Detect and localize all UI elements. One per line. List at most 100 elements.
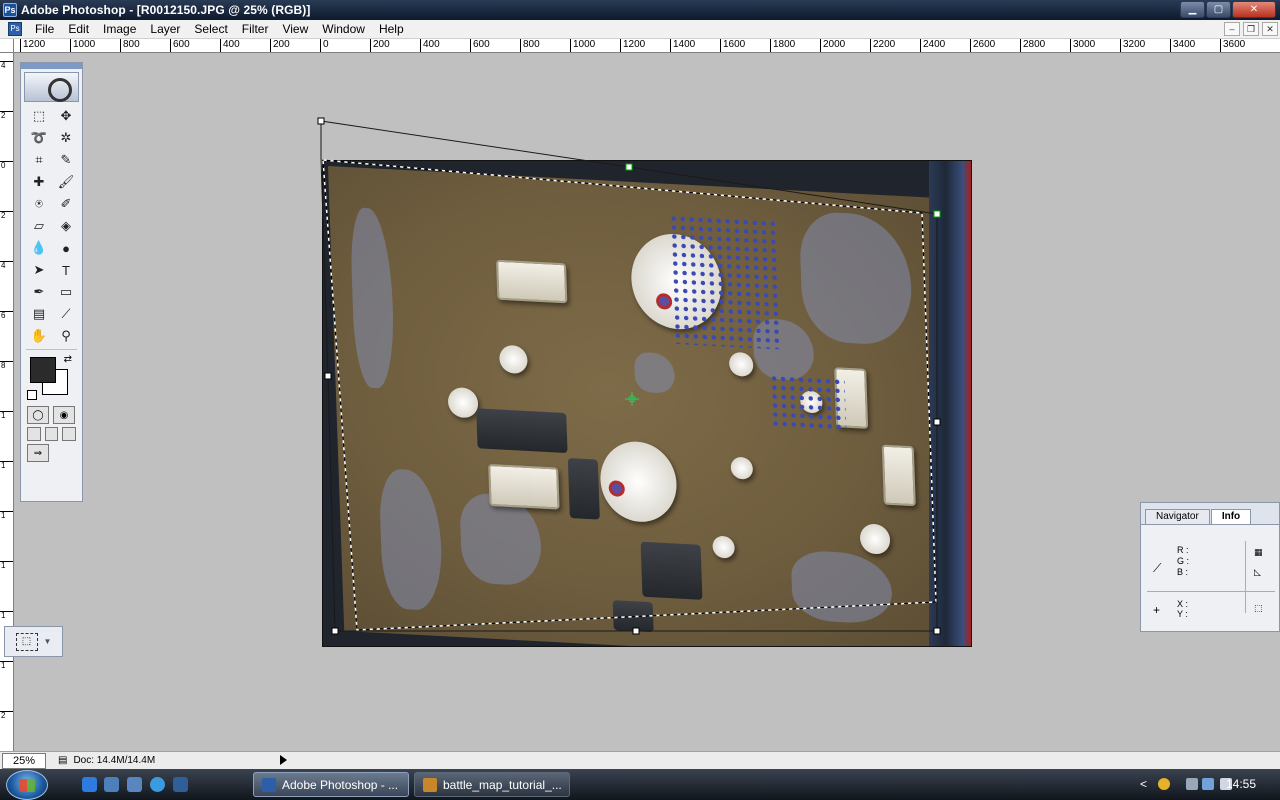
- healing-brush-tool-icon[interactable]: ✚: [27, 172, 51, 192]
- ruler-tick-label: 1: [0, 461, 13, 470]
- search-icon[interactable]: [150, 777, 165, 792]
- show-desktop-icon[interactable]: [104, 777, 119, 792]
- photoshop-app-icon[interactable]: Ps: [3, 3, 17, 17]
- menu-window[interactable]: Window: [315, 22, 372, 36]
- foreground-color-swatch[interactable]: [30, 357, 56, 383]
- jump-to-imageready-icon[interactable]: ⇒: [27, 444, 49, 462]
- ruler-origin[interactable]: [0, 39, 14, 53]
- taskbar-item-battle-map[interactable]: battle_map_tutorial_...: [414, 772, 570, 797]
- terrain-building: [488, 463, 560, 510]
- document-size-info: Doc: 14.4M/14.4M: [73, 755, 156, 766]
- crosshair-icon[interactable]: +: [1153, 603, 1160, 617]
- ruler-tick-label: 400: [420, 39, 440, 52]
- battle-map-photo: [328, 166, 955, 646]
- ruler-tick-label: 2000: [820, 39, 845, 52]
- dodge-tool-icon[interactable]: ●: [54, 238, 78, 258]
- hand-tool-icon[interactable]: ✋: [27, 326, 51, 346]
- tray-expand-icon[interactable]: <: [1140, 778, 1152, 790]
- blur-tool-icon[interactable]: 💧: [27, 238, 51, 258]
- menu-select[interactable]: Select: [187, 22, 234, 36]
- info-y-label: Y :: [1177, 609, 1188, 619]
- info-divider: [1245, 541, 1246, 613]
- standard-mode-icon[interactable]: ◯: [27, 406, 49, 424]
- security-tray-icon[interactable]: [1158, 778, 1170, 790]
- move-tool-icon[interactable]: ✥: [54, 106, 78, 126]
- zoom-level-field[interactable]: 25%: [2, 752, 46, 769]
- ruler-tick-label: 1: [0, 511, 13, 520]
- menu-view[interactable]: View: [275, 22, 315, 36]
- shape-tool-icon[interactable]: ▭: [54, 282, 78, 302]
- history-brush-tool-icon[interactable]: ✐: [54, 194, 78, 214]
- default-colors-icon[interactable]: [27, 390, 37, 400]
- ruler-tick-label: 2600: [970, 39, 995, 52]
- menu-edit[interactable]: Edit: [61, 22, 96, 36]
- document-canvas[interactable]: [322, 160, 972, 647]
- info-b-label: B :: [1177, 567, 1189, 577]
- quick-mask-mode-icon[interactable]: ◉: [53, 406, 75, 424]
- device-tray-icon[interactable]: [1186, 778, 1198, 790]
- ruler-tick-label: 1400: [670, 39, 695, 52]
- tool-grid: ⬚ ✥ ➰ ✲ ⌗ ✎ ✚ 🖌 ⍟ ✐ ▱ ◈ 💧 ● ➤ T ✒ ▭ ▤ ⟋ ✋ ⚲: [21, 106, 82, 346]
- maximize-button[interactable]: ▢: [1206, 1, 1231, 18]
- menu-help[interactable]: Help: [372, 22, 411, 36]
- eraser-tool-icon[interactable]: ▱: [27, 216, 51, 236]
- clone-stamp-tool-icon[interactable]: ⍟: [27, 194, 51, 214]
- ruler-tick-label: 600: [470, 39, 490, 52]
- lasso-tool-icon[interactable]: ➰: [27, 128, 51, 148]
- tab-info[interactable]: Info: [1210, 509, 1252, 524]
- selection-size-icon[interactable]: ⬚: [1254, 603, 1263, 614]
- doc-minimize-button[interactable]: –: [1224, 22, 1240, 36]
- menu-image[interactable]: Image: [96, 22, 143, 36]
- pod-terrain: [730, 456, 754, 480]
- tool-preset-picker[interactable]: ⬚ ▼: [4, 626, 63, 657]
- taskbar-clock[interactable]: 14:55: [1226, 777, 1256, 791]
- magic-wand-tool-icon[interactable]: ✲: [54, 128, 78, 148]
- doc-close-button[interactable]: ✕: [1262, 22, 1278, 36]
- notes-tool-icon[interactable]: ▤: [27, 304, 51, 324]
- status-menu-arrow-icon[interactable]: [280, 755, 287, 765]
- pod-terrain: [712, 535, 735, 559]
- color-swatches: ⇄: [27, 354, 76, 402]
- marquee-tool-icon[interactable]: ⬚: [27, 106, 51, 126]
- channel-icon[interactable]: ▦: [1254, 547, 1263, 558]
- brush-tool-icon[interactable]: 🖌: [54, 172, 78, 192]
- doc-restore-button[interactable]: ❐: [1243, 22, 1259, 36]
- horizontal-ruler[interactable]: 1200 1000 800 600 400 200 0 200 400 600 800 1000 120…: [14, 39, 1280, 53]
- eyedropper-icon[interactable]: ⟋: [1153, 561, 1161, 576]
- status-bar: 25% ▤ Doc: 14.4M/14.4M: [0, 751, 1280, 769]
- toolbox-title-bar[interactable]: [21, 63, 82, 69]
- eyedropper-tool-icon[interactable]: ⟋: [54, 304, 78, 324]
- ruler-tick-label: 2: [0, 711, 13, 720]
- triangle-icon[interactable]: ◺: [1254, 567, 1261, 578]
- menu-file[interactable]: File: [28, 22, 61, 36]
- type-tool-icon[interactable]: T: [54, 260, 78, 280]
- minimize-button[interactable]: ▁: [1180, 1, 1205, 18]
- menu-layer[interactable]: Layer: [143, 22, 187, 36]
- zoom-tool-icon[interactable]: ⚲: [54, 326, 78, 346]
- tab-navigator[interactable]: Navigator: [1145, 509, 1210, 524]
- ruler-tick-label: 2400: [920, 39, 945, 52]
- internet-explorer-icon[interactable]: [82, 777, 97, 792]
- taskbar-item-photoshop[interactable]: Adobe Photoshop - ...: [253, 772, 409, 797]
- switch-windows-icon[interactable]: [127, 777, 142, 792]
- menu-filter[interactable]: Filter: [235, 22, 276, 36]
- pen-tool-icon[interactable]: ✒: [27, 282, 51, 302]
- paint-bucket-tool-icon[interactable]: ◈: [54, 216, 78, 236]
- close-button[interactable]: ✕: [1232, 1, 1276, 18]
- transform-handle[interactable]: [317, 117, 325, 125]
- blue-army-models: [769, 373, 847, 433]
- standard-screen-mode-icon[interactable]: [27, 427, 41, 441]
- start-button[interactable]: [6, 770, 48, 800]
- app-quicklaunch-icon[interactable]: [173, 777, 188, 792]
- document-icon[interactable]: Ps: [8, 22, 22, 36]
- network-tray-icon[interactable]: [1202, 778, 1214, 790]
- adobe-online-icon[interactable]: [24, 72, 79, 102]
- slice-tool-icon[interactable]: ✎: [54, 150, 78, 170]
- crop-tool-icon[interactable]: ⌗: [27, 150, 51, 170]
- path-selection-tool-icon[interactable]: ➤: [27, 260, 51, 280]
- swap-colors-icon[interactable]: ⇄: [64, 354, 72, 365]
- full-screen-menu-mode-icon[interactable]: [44, 427, 59, 441]
- panel-tabs: Navigator Info: [1141, 503, 1279, 525]
- info-r-label: R :: [1177, 545, 1189, 555]
- full-screen-mode-icon[interactable]: [62, 427, 77, 441]
